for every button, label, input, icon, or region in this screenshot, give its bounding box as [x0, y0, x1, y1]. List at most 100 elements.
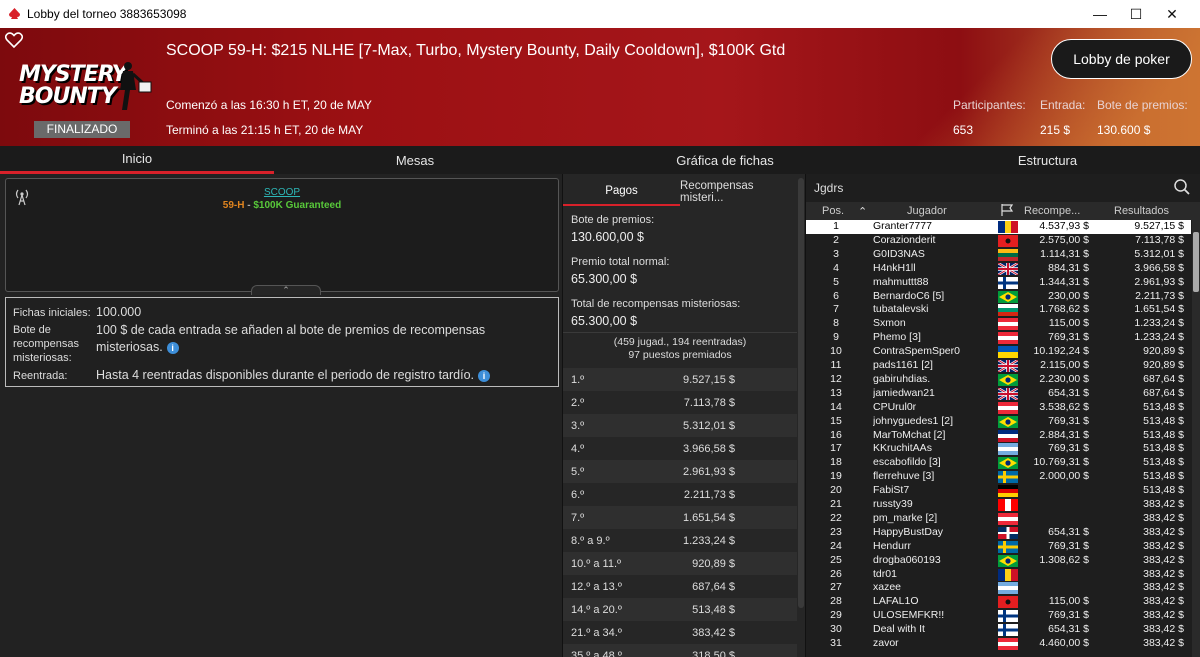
favorite-heart-icon[interactable] [5, 31, 23, 49]
country-flag-icon [998, 485, 1018, 498]
close-button[interactable]: ✕ [1154, 0, 1190, 28]
search-icon[interactable] [1173, 178, 1191, 196]
scoop-link[interactable]: SCOOP [6, 187, 558, 198]
bounty-info-icon[interactable]: i [166, 341, 179, 354]
player-name: tubatalevski [873, 303, 929, 316]
player-row[interactable]: 31 zavor 4.460,00 $ 383,42 $ [806, 637, 1191, 651]
player-name: CPUrul0r [873, 400, 917, 413]
player-row[interactable]: 26 tdr01 383,42 $ [806, 568, 1191, 582]
player-bounty: 115,00 $ [1048, 595, 1089, 608]
player-result: 5.312,01 $ [1134, 247, 1184, 260]
player-row[interactable]: 9 Phemo [3] 769,31 $ 1.233,24 $ [806, 331, 1191, 345]
player-result: 513,48 $ [1143, 400, 1184, 413]
player-name: pads1161 [2] [873, 359, 933, 371]
player-name: MarToMchat [2] [873, 428, 946, 441]
player-row[interactable]: 13 jamiedwan21 654,31 $ 687,64 $ [806, 387, 1191, 401]
player-name: Granter7777 [873, 220, 932, 232]
payout-place: 21.º a 34.º [571, 627, 622, 639]
player-row[interactable]: 8 Sxmon 115,00 $ 1.233,24 $ [806, 317, 1191, 331]
col-player[interactable]: Jugador [907, 205, 947, 217]
player-row[interactable]: 7 tubatalevski 1.768,62 $ 1.651,54 $ [806, 303, 1191, 317]
player-result: 383,42 $ [1143, 609, 1184, 622]
player-row[interactable]: 1 Granter7777 4.537,93 $ 9.527,15 $ [806, 220, 1191, 234]
player-row[interactable]: 16 MarToMchat [2] 2.884,31 $ 513,48 $ [806, 429, 1191, 443]
search-input[interactable]: Jgdrs [814, 181, 843, 195]
window-title-bar: Lobby del torneo 3883653098 — ☐ ✕ [0, 0, 1200, 28]
minimize-button[interactable]: — [1082, 0, 1118, 28]
player-row[interactable]: 15 johnyguedes1 [2] 769,31 $ 513,48 $ [806, 415, 1191, 429]
player-result: 687,64 $ [1143, 372, 1184, 385]
player-row[interactable]: 5 mahmuttt88 1.344,31 $ 2.961,93 $ [806, 276, 1191, 290]
player-result: 513,48 $ [1143, 484, 1184, 497]
players-scrollbar[interactable] [1192, 220, 1200, 657]
sort-ascending-icon[interactable]: ⌃ [858, 205, 867, 218]
participants-value: 653 [953, 123, 974, 137]
player-row[interactable]: 27 xazee 383,42 $ [806, 581, 1191, 595]
player-bounty: 654,31 $ [1048, 386, 1089, 399]
player-name: KKruchitAAs [873, 442, 932, 455]
tab-inicio[interactable]: Inicio [0, 146, 274, 174]
player-row[interactable]: 30 Deal with It 654,31 $ 383,42 $ [806, 623, 1191, 637]
payout-place: 8.º a 9.º [571, 535, 610, 547]
player-row[interactable]: 18 escabofildo [3] 10.769,31 $ 513,48 $ [806, 456, 1191, 470]
player-position: 24 [830, 539, 842, 552]
player-row[interactable]: 2 Corazionderit 2.575,00 $ 7.113,78 $ [806, 234, 1191, 248]
player-row[interactable]: 17 KKruchitAAs 769,31 $ 513,48 $ [806, 442, 1191, 456]
player-row[interactable]: 28 LAFAL1O 115,00 $ 383,42 $ [806, 595, 1191, 609]
players-table-body: 1 Granter7777 4.537,93 $ 9.527,15 $ 2 Corazio… [806, 220, 1191, 657]
player-row[interactable]: 14 CPUrul0r 3.538,62 $ 513,48 $ [806, 401, 1191, 415]
player-result: 383,42 $ [1143, 595, 1184, 608]
player-row[interactable]: 23 HappyBustDay 654,31 $ 383,42 $ [806, 526, 1191, 540]
player-result: 1.651,54 $ [1134, 303, 1184, 316]
player-row[interactable]: 3 G0ID3NAS 1.114,31 $ 5.312,01 $ [806, 248, 1191, 262]
player-row[interactable]: 29 ULOSEMFKR!! 769,31 $ 383,42 $ [806, 609, 1191, 623]
player-row[interactable]: 4 H4nkH1ll 884,31 $ 3.966,58 $ [806, 262, 1191, 276]
player-row[interactable]: 10 ContraSpemSper0 10.192,24 $ 920,89 $ [806, 345, 1191, 359]
tournament-details: Fichas iniciales: 100.000 Bote de recomp… [5, 297, 559, 387]
player-row[interactable]: 25 drogba060193 1.308,62 $ 383,42 $ [806, 554, 1191, 568]
payouts-scrollbar[interactable] [798, 178, 804, 608]
player-row[interactable]: 22 pm_marke [2] 383,42 $ [806, 512, 1191, 526]
flag-column-icon[interactable] [1000, 203, 1014, 220]
player-position: 11 [830, 359, 842, 371]
reentry-info-icon[interactable]: i [478, 369, 491, 382]
col-results[interactable]: Resultados [1114, 205, 1169, 217]
tab-payouts[interactable]: Pagos [563, 178, 680, 206]
bounty-pool-text: misteriosas. i [96, 339, 179, 356]
payout-place: 14.º a 20.º [571, 604, 622, 616]
collapse-chevron-up-icon[interactable]: ⌃ [251, 285, 321, 295]
player-row[interactable]: 19 flerrehuve [3] 2.000,00 $ 513,48 $ [806, 470, 1191, 484]
poker-lobby-button[interactable]: Lobby de poker [1051, 39, 1192, 79]
player-name: Sxmon [873, 317, 906, 330]
event-guarantee: 59-H - $100K Guaranteed [6, 200, 558, 211]
player-row[interactable]: 20 FabiSt7 513,48 $ [806, 484, 1191, 498]
player-result: 383,42 $ [1143, 511, 1184, 524]
col-bounty[interactable]: Recompe... [1024, 205, 1080, 217]
tab-mystery-rewards[interactable]: Recompensas misteri... [680, 178, 797, 206]
player-search[interactable]: Jgdrs [806, 174, 1200, 202]
player-position: 20 [830, 484, 842, 497]
col-pos[interactable]: Pos. [822, 205, 844, 217]
tab-chip-graph[interactable]: Gráfica de fichas [580, 146, 870, 174]
player-row[interactable]: 24 Hendurr 769,31 $ 383,42 $ [806, 540, 1191, 554]
player-position: 6 [833, 289, 839, 302]
tournament-lobby-window: { "window": {"title": "Lobby del torneo … [0, 0, 1200, 657]
player-position: 28 [830, 595, 842, 608]
maximize-button[interactable]: ☐ [1118, 0, 1154, 28]
player-row[interactable]: 11 pads1161 [2] 2.115,00 $ 920,89 $ [806, 359, 1191, 373]
player-bounty: 769,31 $ [1048, 539, 1089, 552]
payout-row: 10.º a 11.º 920,89 $ [563, 552, 797, 575]
player-bounty: 4.460,00 $ [1039, 637, 1089, 649]
payout-amount: 513,48 $ [692, 604, 735, 616]
player-row[interactable]: 6 BernardoC6 [5] 230,00 $ 2.211,73 $ [806, 290, 1191, 304]
player-row[interactable]: 12 gabiruhdias. 2.230,00 $ 687,64 $ [806, 373, 1191, 387]
player-row[interactable]: 21 russty39 383,42 $ [806, 498, 1191, 512]
start-time: Comenzó a las 16:30 h ET, 20 de MAY [166, 98, 372, 112]
scrollbar-thumb[interactable] [1193, 232, 1199, 292]
player-name: H4nkH1ll [873, 261, 916, 274]
payout-row: 1.º 9.527,15 $ [563, 368, 797, 391]
entry-label: Entrada: [1040, 98, 1086, 112]
tab-mesas[interactable]: Mesas [274, 146, 556, 174]
tab-structure[interactable]: Estructura [900, 146, 1195, 174]
payouts-panel: Pagos Recompensas misteri... Bote de pre… [562, 174, 805, 657]
